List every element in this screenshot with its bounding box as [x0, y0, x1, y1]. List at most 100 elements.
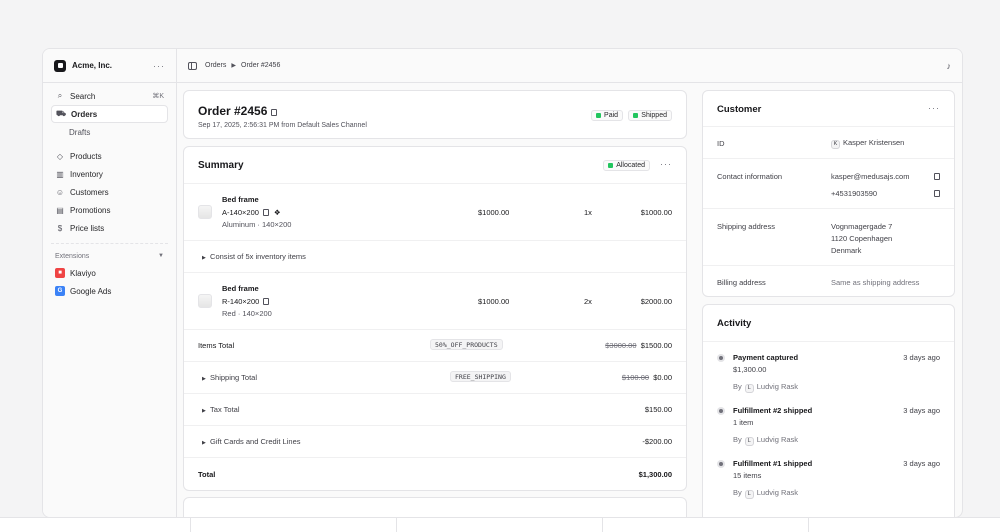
sidebar-item-search[interactable]: ⌕ Search ⌘K — [51, 87, 168, 105]
caret-down-icon: ▼ — [158, 253, 164, 259]
more-icon[interactable]: ··· — [153, 61, 165, 71]
avatar: L — [744, 436, 754, 446]
users-icon: ☺ — [55, 187, 65, 197]
activity-timeline: Payment captured 3 days ago $1,300.00 By… — [703, 341, 954, 517]
items-total-value: $1500.00 — [640, 341, 672, 350]
billing-address-label: Billing address — [717, 278, 766, 287]
shipping-address-row: Shipping address Vognmagergade 7 1120 Co… — [703, 208, 954, 265]
inventory-kit-icon: ❖ — [273, 208, 281, 217]
product-sku: A-140×200 ❖ — [222, 208, 281, 217]
line-item-row: Bed frame A-140×200 ❖ Aluminum · 140×200 … — [184, 183, 686, 240]
event-title: Fulfillment #1 shipped — [733, 459, 813, 468]
receipt-icon: ▤ — [56, 205, 64, 215]
shipping-total-label: Shipping Total — [210, 373, 258, 382]
event-detail: $1,300.00 — [733, 365, 767, 374]
sidebar-item-google-ads[interactable]: G Google Ads — [51, 282, 168, 300]
page-title: Order #2456 — [198, 104, 278, 118]
inventory-toggle[interactable]: ▶ Consist of 5x inventory items — [184, 240, 686, 272]
chevron-right-icon: ▶ — [231, 63, 237, 69]
product-name: Bed frame — [222, 284, 259, 293]
avatar: L — [744, 489, 754, 499]
summary-menu-icon[interactable]: ··· — [660, 159, 672, 169]
customer-phone: +4531903590 — [831, 189, 878, 198]
copy-icon[interactable] — [271, 109, 278, 116]
gift-cards-label: Gift Cards and Credit Lines — [210, 437, 301, 446]
customer-link[interactable]: K Kasper Kristensen — [831, 138, 904, 149]
product-variant: Red · 140×200 — [222, 309, 272, 318]
app-window: Acme, Inc. ··· ⌕ Search ⌘K ⛟ Orders Draf… — [42, 48, 963, 518]
sidebar-item-orders[interactable]: ⛟ Orders — [51, 105, 168, 123]
cart-icon: ⛟ — [56, 109, 67, 118]
quantity: 1x — [584, 208, 592, 217]
customer-menu-icon[interactable]: ··· — [928, 103, 940, 113]
gift-cards-value: -$200.00 — [642, 437, 672, 446]
summary-title: Summary — [198, 160, 244, 171]
triangle-right-icon: ▶ — [202, 440, 206, 446]
sidebar-item-label: Products — [70, 151, 102, 161]
event-detail: 15 items — [733, 471, 762, 480]
customer-card: Customer ··· ID K Kasper Kristensen Conta… — [702, 90, 955, 297]
sidebar-item-products[interactable]: ◇ Products — [51, 147, 168, 165]
footer-strip — [0, 517, 1000, 532]
sidebar-item-drafts[interactable]: Drafts — [51, 123, 168, 141]
discount-code: 50%_OFF_PRODUCTS — [430, 339, 503, 350]
avatar: L — [744, 383, 754, 393]
bell-icon[interactable]: ♪ — [947, 61, 952, 71]
sidebar-item-promotions[interactable]: ▤ Promotions — [51, 201, 168, 219]
sidebar-item-label: Google Ads — [70, 286, 112, 296]
allocation-status-badge: Allocated — [603, 160, 650, 171]
copy-icon[interactable] — [262, 209, 269, 216]
sidebar-nav: ⌕ Search ⌘K ⛟ Orders Drafts ◇ Products ▥… — [43, 83, 176, 304]
org-switcher[interactable]: Acme, Inc. ··· — [43, 49, 176, 83]
shipping-total-row[interactable]: ▶ Shipping Total FREE_SHIPPING $100.00 $… — [184, 361, 686, 393]
sidebar-item-price-lists[interactable]: $ Price lists — [51, 219, 168, 237]
klaviyo-icon: ■ — [55, 268, 65, 278]
timeline-dot — [719, 409, 723, 413]
event-title: Fulfillment #2 shipped — [733, 406, 813, 415]
shortcut-hint: ⌘K — [152, 93, 164, 100]
copy-icon[interactable] — [934, 190, 940, 197]
order-total-label: Total — [198, 470, 216, 479]
address-line: Vognmagergade 7 — [831, 222, 893, 231]
customer-id-label: ID — [717, 139, 725, 148]
tax-total-value: $150.00 — [644, 405, 672, 414]
gift-cards-row[interactable]: ▶ Gift Cards and Credit Lines -$200.00 — [184, 425, 686, 457]
avatar: K — [831, 139, 840, 149]
tax-total-row[interactable]: ▶ Tax Total $150.00 — [184, 393, 686, 425]
sidebar-toggle-icon[interactable] — [188, 61, 197, 70]
timeline-dot — [719, 356, 723, 360]
sidebar-item-label: Customers — [70, 187, 109, 197]
copy-icon[interactable] — [934, 173, 940, 180]
sidebar-item-label: Klaviyo — [70, 268, 96, 278]
sidebar-item-label: Promotions — [70, 205, 111, 215]
line-total: $2000.00 — [640, 297, 672, 306]
billing-address-row: Billing address Same as shipping address — [703, 265, 954, 296]
event-author: By L Ludvig Rask — [733, 435, 799, 446]
payment-status-badge: Paid — [591, 110, 624, 121]
sidebar-item-customers[interactable]: ☺ Customers — [51, 183, 168, 201]
event-title: Payment captured — [733, 353, 799, 362]
event-time: 3 days ago — [903, 406, 940, 415]
timeline-dot — [719, 462, 723, 466]
building-icon: ▥ — [56, 169, 64, 179]
triangle-right-icon: ▶ — [202, 376, 206, 382]
shipping-code: FREE_SHIPPING — [450, 371, 511, 382]
line-total: $1000.00 — [640, 208, 672, 217]
tax-total-label: Tax Total — [210, 405, 240, 414]
shipping-original-total: $100.00 — [621, 373, 650, 382]
sidebar-item-label: Orders — [71, 109, 98, 119]
extensions-header[interactable]: Extensions ▼ — [51, 248, 168, 264]
copy-icon[interactable] — [263, 298, 270, 305]
sidebar: Acme, Inc. ··· ⌕ Search ⌘K ⛟ Orders Draf… — [43, 49, 177, 517]
inventory-note: Consist of 5x inventory items — [210, 252, 306, 261]
triangle-right-icon: ▶ — [202, 255, 206, 261]
sidebar-item-inventory[interactable]: ▥ Inventory — [51, 165, 168, 183]
product-thumbnail — [198, 294, 212, 308]
event-time: 3 days ago — [903, 459, 940, 468]
breadcrumb-root[interactable]: Orders — [205, 62, 226, 69]
contact-label: Contact information — [717, 172, 783, 181]
product-sku: R-140×200 — [222, 297, 270, 306]
order-total-value: $1,300.00 — [638, 470, 672, 479]
shipping-total-value: $0.00 — [653, 373, 672, 382]
sidebar-item-klaviyo[interactable]: ■ Klaviyo — [51, 264, 168, 282]
